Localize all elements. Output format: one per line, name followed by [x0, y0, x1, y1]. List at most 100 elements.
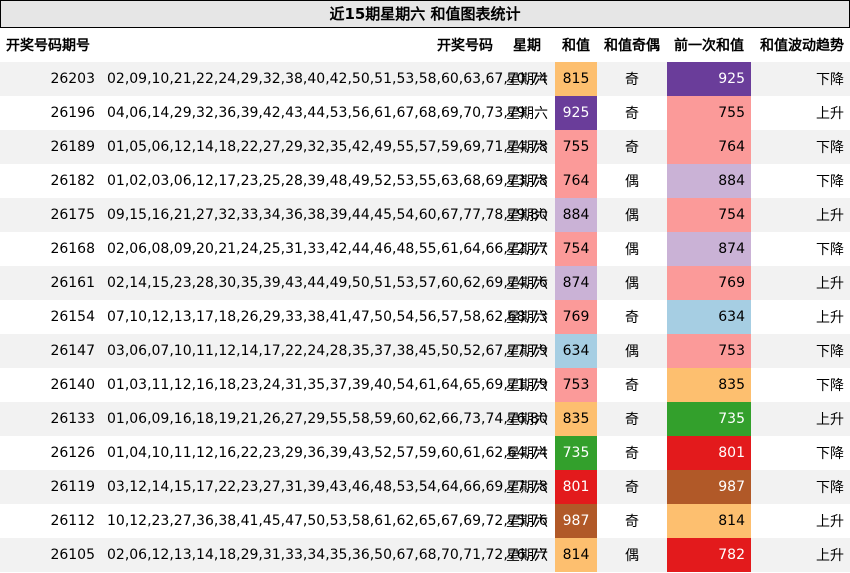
- trend-cell: 上升: [751, 300, 850, 334]
- weekday-cell: 星期六: [499, 96, 555, 130]
- trend-cell: 上升: [751, 504, 850, 538]
- sum-cell: 755: [555, 130, 597, 164]
- issue-cell: 26119: [0, 470, 101, 504]
- prev-sum-cell: 754: [667, 198, 751, 232]
- parity-cell: 奇: [597, 402, 667, 436]
- weekday-cell: 星期六: [499, 232, 555, 266]
- numbers-cell: 01,05,06,12,14,18,22,27,29,32,35,42,49,5…: [101, 130, 548, 164]
- table-row: 26147 03,06,07,10,11,12,14,17,22,24,28,35…: [0, 334, 850, 368]
- weekday-cell: 星期六: [499, 334, 555, 368]
- weekday-cell: 星期六: [499, 504, 555, 538]
- parity-cell: 奇: [597, 504, 667, 538]
- numbers-cell: 10,12,23,27,36,38,41,45,47,50,53,58,61,6…: [101, 504, 548, 538]
- sum-cell: 769: [555, 300, 597, 334]
- numbers-cell: 02,09,10,21,22,24,29,32,38,40,42,50,51,5…: [101, 62, 548, 96]
- numbers-cell: 07,10,12,13,17,18,26,29,33,38,41,47,50,5…: [101, 300, 548, 334]
- table-row: 26189 01,05,06,12,14,18,22,27,29,32,35,42…: [0, 130, 850, 164]
- header-numbers: 开奖号码: [437, 38, 493, 54]
- numbers-cell: 03,06,07,10,11,12,14,17,22,24,28,35,37,3…: [101, 334, 548, 368]
- sum-cell: 634: [555, 334, 597, 368]
- issue-cell: 26182: [0, 164, 101, 198]
- table-row: 26140 01,03,11,12,16,18,23,24,31,35,37,39…: [0, 368, 850, 402]
- parity-cell: 偶: [597, 164, 667, 198]
- prev-sum-cell: 735: [667, 402, 751, 436]
- numbers-cell: 02,14,15,23,28,30,35,39,43,44,49,50,51,5…: [101, 266, 548, 300]
- parity-cell: 奇: [597, 300, 667, 334]
- trend-cell: 上升: [751, 402, 850, 436]
- table-row: 26203 02,09,10,21,22,24,29,32,38,40,42,50…: [0, 62, 850, 96]
- weekday-cell: 星期六: [499, 402, 555, 436]
- prev-sum-cell: 987: [667, 470, 751, 504]
- issue-cell: 26203: [0, 62, 101, 96]
- header-parity: 和值奇偶: [604, 38, 660, 54]
- weekday-cell: 星期六: [499, 470, 555, 504]
- table-row: 26105 02,06,12,13,14,18,29,31,33,34,35,36…: [0, 538, 850, 572]
- prev-sum-cell: 814: [667, 504, 751, 538]
- sum-cell: 884: [555, 198, 597, 232]
- parity-cell: 奇: [597, 368, 667, 402]
- numbers-cell: 03,12,14,15,17,22,23,27,31,39,43,46,48,5…: [101, 470, 548, 504]
- trend-cell: 上升: [751, 198, 850, 232]
- parity-cell: 奇: [597, 62, 667, 96]
- header-sum: 和值: [562, 38, 590, 54]
- numbers-cell: 02,06,12,13,14,18,29,31,33,34,35,36,50,6…: [101, 538, 548, 572]
- header-weekday: 星期: [513, 38, 541, 54]
- table-row: 26182 01,02,03,06,12,17,23,25,28,39,48,49…: [0, 164, 850, 198]
- prev-sum-cell: 769: [667, 266, 751, 300]
- prev-sum-cell: 764: [667, 130, 751, 164]
- parity-cell: 偶: [597, 266, 667, 300]
- issue-cell: 26175: [0, 198, 101, 232]
- trend-cell: 下降: [751, 470, 850, 504]
- sum-cell: 835: [555, 402, 597, 436]
- trend-cell: 下降: [751, 368, 850, 402]
- sum-cell: 764: [555, 164, 597, 198]
- issue-cell: 26196: [0, 96, 101, 130]
- table-row: 26161 02,14,15,23,28,30,35,39,43,44,49,50…: [0, 266, 850, 300]
- table-row: 26196 04,06,14,29,32,36,39,42,43,44,53,56…: [0, 96, 850, 130]
- lottery-sum-table: 开奖号码期号 开奖号码 星期 和值 和值奇偶 前一次和值 和值波动趋势 2620…: [0, 28, 850, 572]
- prev-sum-cell: 634: [667, 300, 751, 334]
- header-prev-sum: 前一次和值: [674, 38, 744, 54]
- parity-cell: 偶: [597, 538, 667, 572]
- numbers-cell: 09,15,16,21,27,32,33,34,36,38,39,44,45,5…: [101, 198, 548, 232]
- header-issue: 开奖号码期号: [6, 38, 90, 54]
- header-trend: 和值波动趋势: [760, 38, 844, 54]
- prev-sum-cell: 755: [667, 96, 751, 130]
- trend-cell: 下降: [751, 232, 850, 266]
- trend-cell: 上升: [751, 96, 850, 130]
- parity-cell: 偶: [597, 232, 667, 266]
- trend-cell: 下降: [751, 130, 850, 164]
- trend-cell: 上升: [751, 538, 850, 572]
- header-row: 开奖号码期号 开奖号码 星期 和值 和值奇偶 前一次和值 和值波动趋势: [0, 28, 850, 62]
- weekday-cell: 星期六: [499, 130, 555, 164]
- weekday-cell: 星期六: [499, 538, 555, 572]
- sum-cell: 874: [555, 266, 597, 300]
- issue-cell: 26112: [0, 504, 101, 538]
- weekday-cell: 星期六: [499, 164, 555, 198]
- trend-cell: 上升: [751, 266, 850, 300]
- sum-cell: 735: [555, 436, 597, 470]
- table-row: 26133 01,06,09,16,18,19,21,26,27,29,55,58…: [0, 402, 850, 436]
- sum-cell: 814: [555, 538, 597, 572]
- numbers-cell: 01,06,09,16,18,19,21,26,27,29,55,58,59,6…: [101, 402, 548, 436]
- parity-cell: 偶: [597, 334, 667, 368]
- prev-sum-cell: 801: [667, 436, 751, 470]
- sum-cell: 987: [555, 504, 597, 538]
- table-row: 26168 02,06,08,09,20,21,24,25,31,33,42,44…: [0, 232, 850, 266]
- trend-cell: 下降: [751, 334, 850, 368]
- prev-sum-cell: 753: [667, 334, 751, 368]
- issue-cell: 26161: [0, 266, 101, 300]
- numbers-cell: 04,06,14,29,32,36,39,42,43,44,53,56,61,6…: [101, 96, 526, 130]
- issue-cell: 26140: [0, 368, 101, 402]
- trend-cell: 下降: [751, 62, 850, 96]
- prev-sum-cell: 884: [667, 164, 751, 198]
- table-row: 26154 07,10,12,13,17,18,26,29,33,38,41,47…: [0, 300, 850, 334]
- parity-cell: 奇: [597, 470, 667, 504]
- weekday-cell: 星期六: [499, 436, 555, 470]
- numbers-cell: 01,03,11,12,16,18,23,24,31,35,37,39,40,5…: [101, 368, 548, 402]
- issue-cell: 26147: [0, 334, 101, 368]
- page-title: 近15期星期六 和值图表统计: [0, 0, 850, 28]
- table-row: 26126 01,04,10,11,12,16,22,23,29,36,39,43…: [0, 436, 850, 470]
- sum-cell: 801: [555, 470, 597, 504]
- numbers-cell: 01,04,10,11,12,16,22,23,29,36,39,43,52,5…: [101, 436, 548, 470]
